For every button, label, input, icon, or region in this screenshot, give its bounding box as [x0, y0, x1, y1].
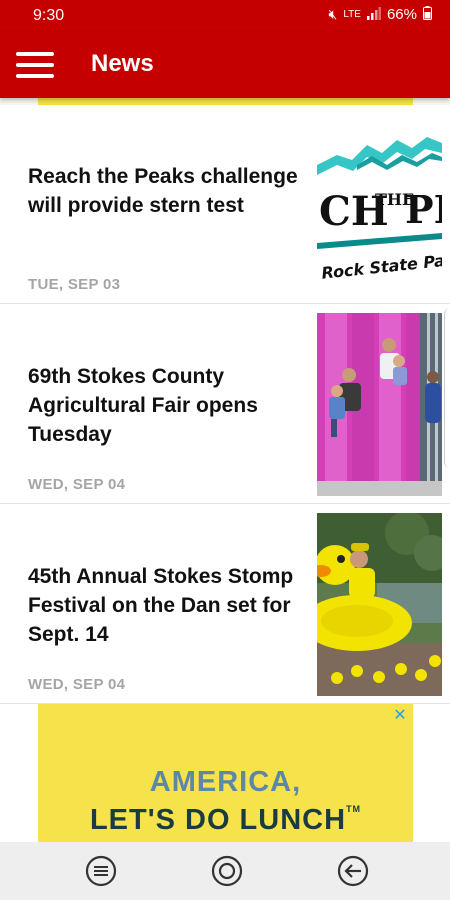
system-nav-bar	[0, 842, 450, 900]
ad-headline-2: LET'S DO LUNCHTM	[38, 804, 413, 837]
news-feed[interactable]: Reach the Peaks challenge will provide s…	[0, 98, 450, 842]
back-icon[interactable]	[336, 854, 370, 888]
hamburger-menu-icon[interactable]	[16, 52, 54, 78]
news-thumbnail	[317, 513, 442, 696]
close-icon[interactable]: ✕	[391, 707, 409, 725]
ad-container: ✕ AMERICA, LET'S DO LUNCHTM	[0, 704, 450, 842]
news-date: WED, SEP 04	[28, 476, 126, 493]
scrollbar[interactable]	[444, 308, 450, 468]
mute-icon: 🔇︎	[328, 6, 338, 22]
lte-icon: LTE	[343, 9, 361, 20]
news-item[interactable]: 69th Stokes County Agricultural Fair ope…	[0, 304, 450, 504]
ad-headline-1: AMERICA,	[149, 766, 302, 798]
ad-banner[interactable]: ✕ AMERICA, LET'S DO LUNCHTM	[38, 704, 413, 842]
news-headline: Reach the Peaks challenge will provide s…	[28, 165, 298, 217]
rubber-duck-photo	[317, 513, 442, 696]
reach-the-peaks-logo: CH THE PE Rock State Pa	[317, 115, 442, 298]
news-item[interactable]: 45th Annual Stokes Stomp Festival on the…	[0, 504, 450, 704]
news-list: Reach the Peaks challenge will provide s…	[0, 105, 450, 704]
news-item[interactable]: Reach the Peaks challenge will provide s…	[0, 105, 450, 304]
ad-headline-2-text: LET'S DO LUNCH	[89, 804, 347, 836]
status-icons: 🔇︎ LTE 66%	[329, 6, 432, 23]
ad-banner-strip	[38, 98, 413, 105]
news-thumbnail: CH THE PE Rock State Pa	[317, 115, 442, 298]
recent-apps-icon[interactable]	[84, 854, 118, 888]
status-bar: 9:30 🔇︎ LTE 66%	[0, 0, 450, 32]
news-headline: 45th Annual Stokes Stomp Festival on the…	[28, 565, 294, 646]
battery-level: 66%	[386, 6, 417, 23]
logo-tail: PE	[405, 187, 442, 232]
status-time: 9:30	[33, 7, 65, 24]
signal-icon	[366, 6, 381, 23]
news-headline: 69th Stokes County Agricultural Fair ope…	[28, 365, 258, 446]
news-date: TUE, SEP 03	[28, 276, 121, 293]
app-bar: News	[0, 32, 450, 98]
home-icon[interactable]	[210, 854, 244, 888]
page-title: News	[91, 50, 154, 77]
battery-icon	[423, 6, 432, 23]
fair-slide-photo	[317, 313, 442, 496]
news-thumbnail	[317, 313, 442, 496]
ad-trademark: TM	[346, 804, 362, 814]
news-date: WED, SEP 04	[28, 676, 126, 693]
